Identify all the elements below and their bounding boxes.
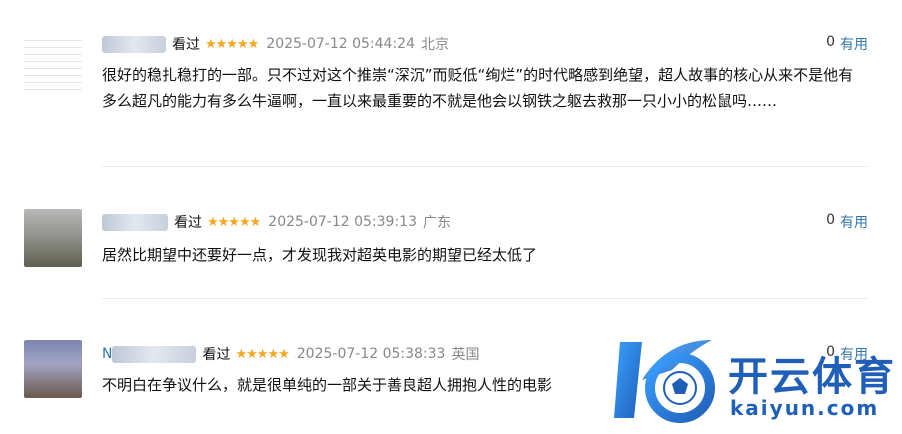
comment-meta: 看过 ★★★★★ 2025-07-12 05:44:24 北京: [102, 34, 449, 54]
username-redacted[interactable]: [112, 345, 197, 363]
comment-meta: N 看过 ★★★★★ 2025-07-12 05:38:33 英国: [102, 344, 479, 364]
comment-meta: 看过 ★★★★★ 2025-07-12 05:39:13 广东: [102, 212, 451, 232]
comment-time: 2025-07-12 05:39:13: [268, 214, 417, 230]
watch-status: 看过: [174, 215, 202, 231]
comment-time: 2025-07-12 05:44:24: [266, 36, 415, 52]
username-prefix[interactable]: N: [102, 346, 112, 362]
comment-location: 广东: [422, 215, 451, 231]
useful-vote[interactable]: 0 有用: [826, 34, 868, 54]
comment-location: 英国: [451, 347, 480, 363]
comment-time: 2025-07-12 05:38:33: [296, 346, 446, 362]
avatar[interactable]: [24, 209, 82, 267]
divider: [102, 298, 868, 299]
comment-location: 北京: [420, 37, 449, 53]
avatar[interactable]: [24, 340, 82, 398]
rating-stars: ★★★★★: [207, 214, 261, 230]
useful-count: 0: [826, 212, 835, 228]
watermark-name-en: kaiyun.com: [730, 396, 880, 420]
useful-count: 0: [826, 34, 835, 50]
username-redacted[interactable]: [102, 35, 166, 53]
useful-button[interactable]: 有用: [840, 34, 868, 54]
watch-status: 看过: [202, 347, 231, 363]
watch-status: 看过: [172, 37, 200, 53]
username-redacted[interactable]: [102, 213, 168, 231]
kaiyun-watermark: 开云体育 kaiyun.com: [612, 330, 902, 430]
useful-button[interactable]: 有用: [840, 212, 868, 232]
watermark-name-cn: 开云体育: [728, 354, 896, 400]
comment-text: 居然比期望中还要好一点，才发现我对超英电影的期望已经太低了: [102, 246, 538, 264]
rating-stars: ★★★★★: [205, 36, 259, 52]
avatar[interactable]: [24, 34, 82, 92]
useful-vote[interactable]: 0 有用: [826, 212, 868, 232]
kaiyun-logo-icon: [614, 340, 715, 423]
comment-text: 很好的稳扎稳打的一部。只不过对这个推崇“深沉”而贬低“绚烂”的时代略感到绝望，超…: [102, 66, 854, 110]
divider: [102, 166, 868, 167]
rating-stars: ★★★★★: [235, 346, 289, 362]
